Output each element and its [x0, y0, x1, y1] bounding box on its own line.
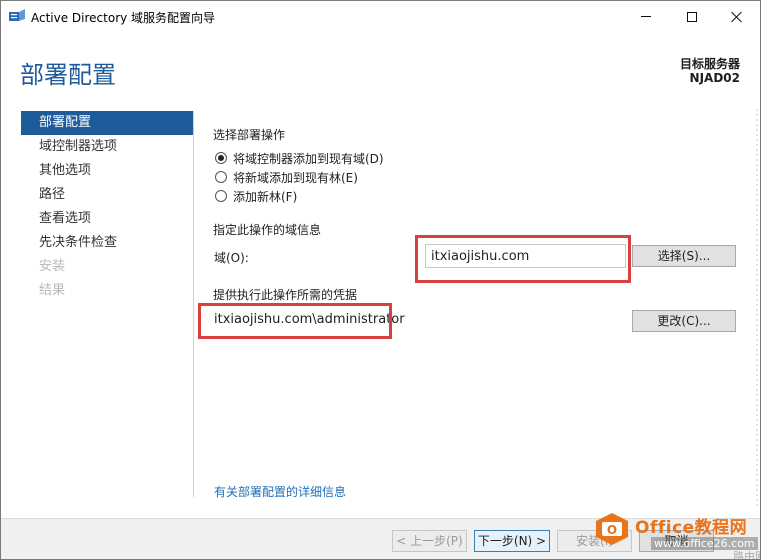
page-title: 部署配置 — [20, 61, 116, 89]
nav-item-paths[interactable]: 路径 — [21, 183, 193, 207]
watermark: O Office教程网 www.office26.com 路由网 — [585, 506, 760, 560]
radio-label: 将新域添加到现有林(E) — [233, 170, 358, 185]
radio-add-new-forest[interactable]: 添加新林(F) — [215, 188, 297, 204]
credential-highlight-box — [198, 303, 392, 339]
maximize-button[interactable] — [669, 1, 715, 32]
domain-highlight-box — [415, 235, 631, 283]
watermark-corner-text: 路由网 — [733, 550, 760, 560]
domain-field-label: 域(O): — [214, 251, 249, 265]
wizard-window: Active Directory 域服务配置向导 部署配置 目标服务器 NJAD… — [0, 0, 761, 560]
previous-button: < 上一步(P) — [392, 530, 467, 552]
nav-item-review-options[interactable]: 查看选项 — [21, 207, 193, 231]
target-server-label: 目标服务器 — [679, 57, 740, 71]
nav-item-dc-options[interactable]: 域控制器选项 — [21, 135, 193, 159]
maximize-icon — [687, 11, 697, 22]
nav-item-installation: 安装 — [39, 259, 66, 274]
minimize-button[interactable] — [623, 1, 669, 32]
close-icon — [731, 11, 743, 23]
minimize-icon — [641, 16, 651, 17]
watermark-brand: Office教程网 — [635, 518, 748, 538]
radio-unchecked-icon[interactable] — [215, 190, 227, 202]
nav-item-additional-options[interactable]: 其他选项 — [21, 159, 193, 183]
office-logo-icon: O — [596, 513, 628, 545]
server-app-icon — [9, 9, 25, 21]
radio-add-dc-existing-domain[interactable]: 将域控制器添加到现有域(D) — [215, 150, 384, 166]
change-credentials-button[interactable]: 更改(C)... — [632, 310, 736, 332]
radio-label: 添加新林(F) — [233, 189, 298, 204]
next-button[interactable]: 下一步(N) > — [474, 530, 550, 552]
wizard-step-nav: 部署配置 域控制器选项 其他选项 路径 查看选项 先决条件检查 安装 结果 — [21, 111, 193, 303]
nav-item-deployment-config[interactable]: 部署配置 — [21, 111, 193, 135]
sidebar-divider — [193, 111, 194, 497]
radio-label: 将域控制器添加到现有域(D) — [233, 151, 384, 166]
radio-add-domain-existing-forest[interactable]: 将新域添加到现有林(E) — [215, 169, 358, 185]
radio-checked-icon[interactable] — [215, 152, 227, 164]
select-domain-button[interactable]: 选择(S)... — [632, 245, 736, 267]
svg-text:O: O — [607, 523, 617, 537]
more-info-link[interactable]: 有关部署配置的详细信息 — [214, 483, 346, 500]
nav-item-results: 结果 — [39, 283, 66, 298]
nav-item-prerequisites-check[interactable]: 先决条件检查 — [21, 231, 193, 255]
edge-decoration — [756, 109, 758, 509]
radio-unchecked-icon[interactable] — [215, 171, 227, 183]
domain-info-label: 指定此操作的域信息 — [213, 223, 322, 237]
target-server-name: NJAD02 — [689, 71, 740, 85]
title-bar[interactable]: Active Directory 域服务配置向导 — [1, 1, 760, 32]
credentials-label: 提供执行此操作所需的凭据 — [213, 288, 358, 302]
deploy-operation-label: 选择部署操作 — [213, 128, 286, 142]
close-button[interactable] — [714, 1, 760, 32]
window-title: Active Directory 域服务配置向导 — [31, 11, 216, 25]
